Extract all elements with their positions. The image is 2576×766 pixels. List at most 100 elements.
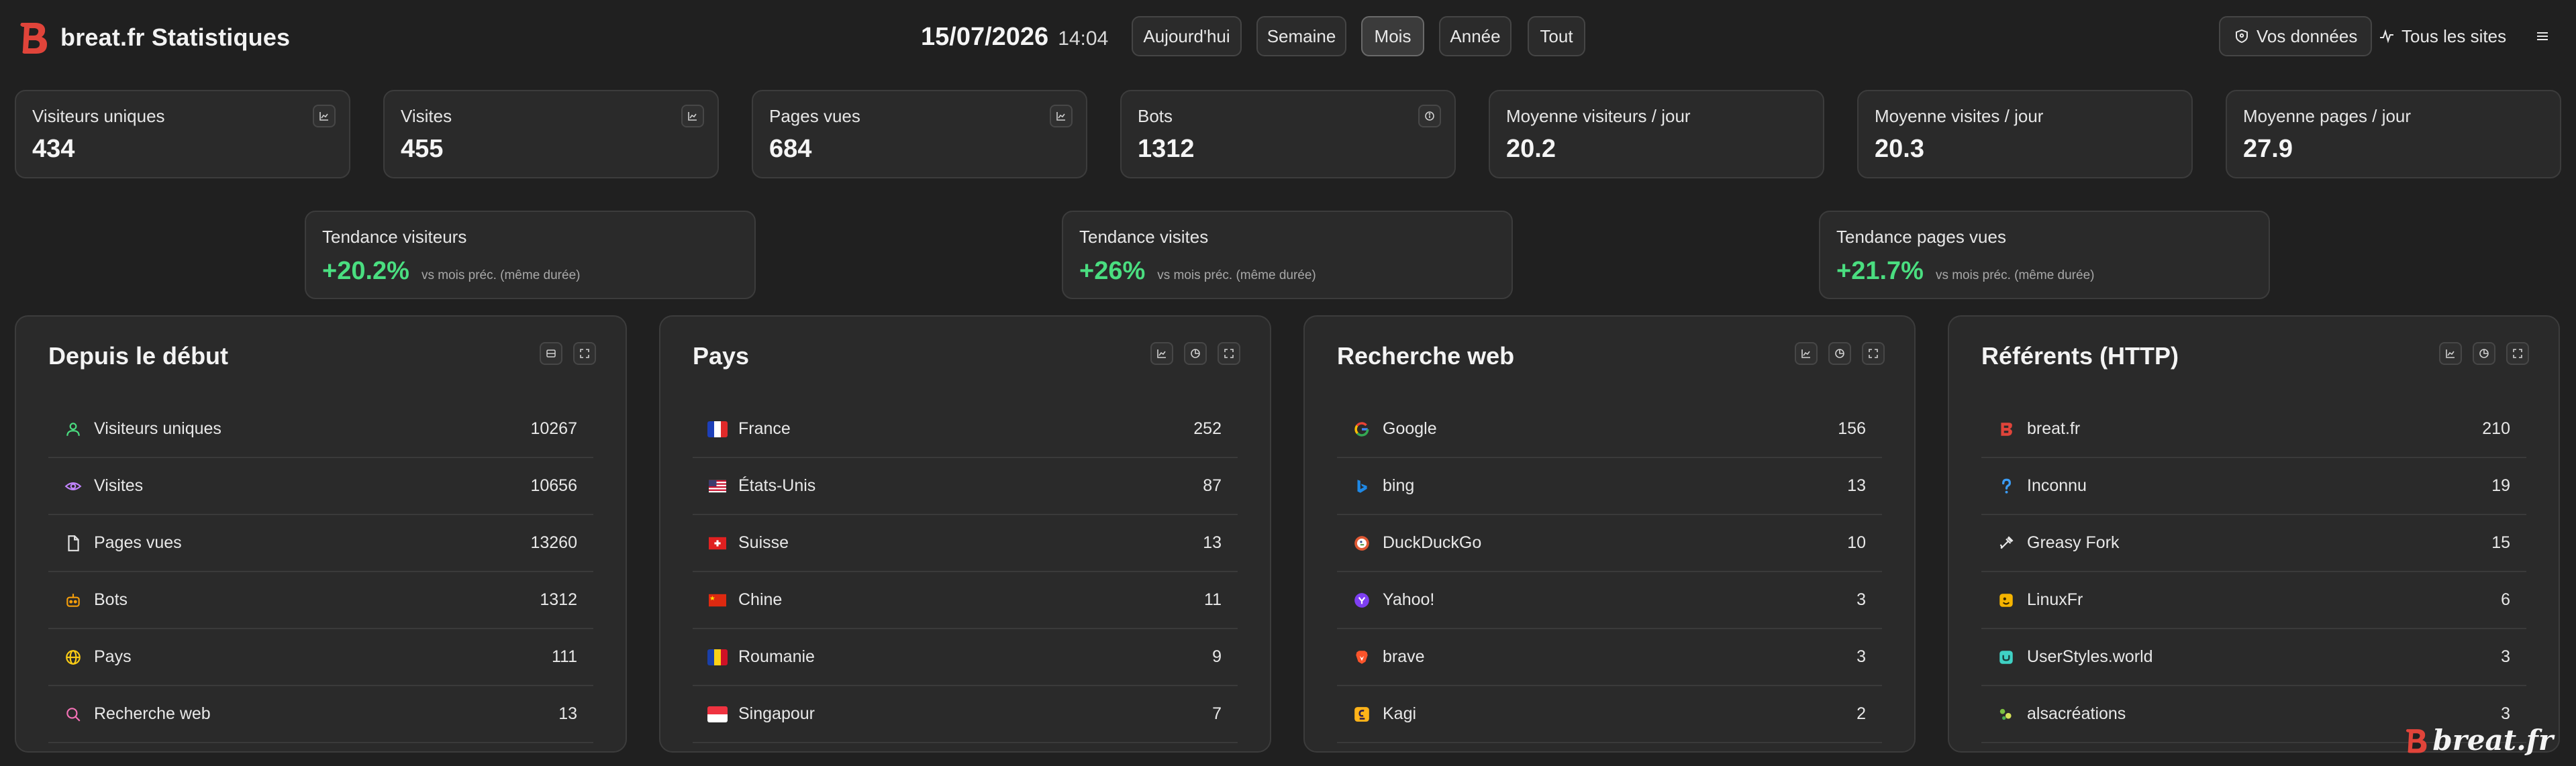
stat-label: Bots [1138, 106, 1173, 126]
all-sites-button[interactable]: Tous les sites [2365, 16, 2520, 56]
stat-card-page-views: Pages vues 684 [752, 90, 1087, 178]
stat-card-avg-pages: Moyenne pages / jour 27.9 [2226, 90, 2561, 178]
your-data-button[interactable]: Vos données [2219, 16, 2373, 56]
row-label: breat.fr [2027, 419, 2081, 438]
row-label: Chine [738, 590, 783, 609]
pie-chart-icon [2479, 349, 2489, 358]
list-item: UserStyles.world 3 [1981, 629, 2526, 686]
table-icon [546, 349, 556, 358]
trend-label: Tendance pages vues [1836, 227, 2006, 247]
row-value: 13 [1203, 533, 1222, 552]
pie-button[interactable] [1828, 342, 1851, 365]
pie-button[interactable] [2473, 342, 2495, 365]
bot-icon [66, 593, 80, 607]
row-value: 6 [2501, 590, 2510, 609]
panel-referrers: Référents (HTTP) breat.fr 210 Inconnu 19… [1948, 315, 2560, 753]
expand-button[interactable] [1218, 342, 1240, 365]
row-label: Yahoo! [1383, 590, 1435, 609]
eye-icon [64, 482, 82, 490]
range-all-button[interactable]: Tout [1528, 16, 1585, 56]
current-time: 14:04 [1058, 28, 1109, 50]
duckduckgo-icon [1354, 535, 1369, 551]
chart-button[interactable] [1150, 342, 1173, 365]
list-item: LinuxFr 6 [1981, 572, 2526, 629]
chart-button[interactable] [1795, 342, 1818, 365]
bing-icon [1357, 479, 1367, 493]
breat-logo-icon [20, 23, 47, 54]
row-value: 11 [1204, 590, 1222, 609]
list-item: Inconnu 19 [1981, 458, 2526, 515]
breat-logo-icon [2406, 728, 2427, 753]
expand-button[interactable] [2506, 342, 2529, 365]
watermark-logo: breat.fr [2403, 724, 2553, 757]
flag-france-icon [707, 421, 728, 437]
row-label: Pays [94, 647, 132, 666]
linuxfr-icon [1999, 593, 2013, 607]
stat-value: 20.2 [1506, 135, 1556, 163]
stat-label: Moyenne pages / jour [2243, 106, 2412, 126]
chart-icon [319, 112, 328, 121]
trend-label: Tendance visites [1079, 227, 1209, 247]
row-value: 3 [2501, 704, 2510, 723]
chart-button[interactable] [1050, 105, 1073, 127]
pie-chart-icon [1835, 349, 1844, 358]
row-label: LinuxFr [2027, 590, 2083, 609]
row-value: 13 [558, 704, 577, 723]
row-value: 3 [1856, 647, 1866, 666]
row-label: brave [1383, 647, 1425, 666]
activity-icon [2380, 29, 2393, 44]
stat-value: 1312 [1138, 135, 1195, 163]
row-label: Roumanie [738, 647, 815, 666]
list-item: Greasy Fork 15 [1981, 515, 2526, 572]
question-icon [2002, 478, 2012, 494]
row-label: États-Unis [738, 476, 816, 495]
expand-button[interactable] [1862, 342, 1885, 365]
row-value: 252 [1193, 419, 1222, 438]
row-value: 9 [1212, 647, 1222, 666]
stat-label: Pages vues [769, 106, 860, 126]
range-year-button[interactable]: Année [1439, 16, 1512, 56]
list-item: Visiteurs uniques 10267 [48, 401, 593, 458]
hamburger-icon [2537, 32, 2548, 40]
range-today-button[interactable]: Aujourd'hui [1132, 16, 1242, 56]
alsacreations-icon [1999, 708, 2012, 720]
trend-card-visitors: Tendance visiteurs +20.2% vs mois préc. … [305, 211, 756, 299]
range-month-button[interactable]: Mois [1361, 16, 1424, 56]
chart-button[interactable] [2439, 342, 2462, 365]
row-label: France [738, 419, 791, 438]
expand-icon [2513, 349, 2522, 358]
row-value: 10267 [530, 419, 577, 438]
trend-note: vs mois préc. (même durée) [1935, 268, 2095, 282]
stat-value: 20.3 [1875, 135, 1924, 163]
row-value: 19 [2491, 476, 2510, 495]
pie-button[interactable] [1184, 342, 1207, 365]
expand-button[interactable] [573, 342, 596, 365]
list-item: Pays 111 [48, 629, 593, 686]
stat-value: 27.9 [2243, 135, 2293, 163]
stat-card-avg-visitors: Moyenne visiteurs / jour 20.2 [1489, 90, 1824, 178]
expand-icon [1869, 349, 1878, 358]
info-button[interactable] [1418, 105, 1441, 127]
brand[interactable]: breat.fr Statistiques [16, 19, 290, 56]
list-item: Singapour 7 [693, 686, 1238, 743]
search-icon [66, 707, 81, 722]
row-label: Inconnu [2027, 476, 2087, 495]
trend-card-page-views: Tendance pages vues +21.7% vs mois préc.… [1819, 211, 2270, 299]
range-week-button[interactable]: Semaine [1256, 16, 1346, 56]
table-view-button[interactable] [540, 342, 562, 365]
panel-since-start: Depuis le début Visiteurs uniques 10267 … [15, 315, 627, 753]
row-value: 111 [551, 647, 577, 666]
panel-title: Depuis le début [48, 342, 229, 370]
stat-card-avg-visits: Moyenne visites / jour 20.3 [1857, 90, 2193, 178]
trend-note: vs mois préc. (même durée) [1157, 268, 1316, 282]
row-label: UserStyles.world [2027, 647, 2153, 666]
menu-button[interactable] [2521, 16, 2564, 56]
info-icon [1425, 111, 1434, 121]
chart-button[interactable] [681, 105, 704, 127]
list-item: États-Unis 87 [693, 458, 1238, 515]
chart-button[interactable] [313, 105, 336, 127]
list-item: breat.fr 210 [1981, 401, 2526, 458]
list-item: Roumanie 9 [693, 629, 1238, 686]
row-label: Kagi [1383, 704, 1417, 723]
flag-china-icon [709, 594, 726, 606]
